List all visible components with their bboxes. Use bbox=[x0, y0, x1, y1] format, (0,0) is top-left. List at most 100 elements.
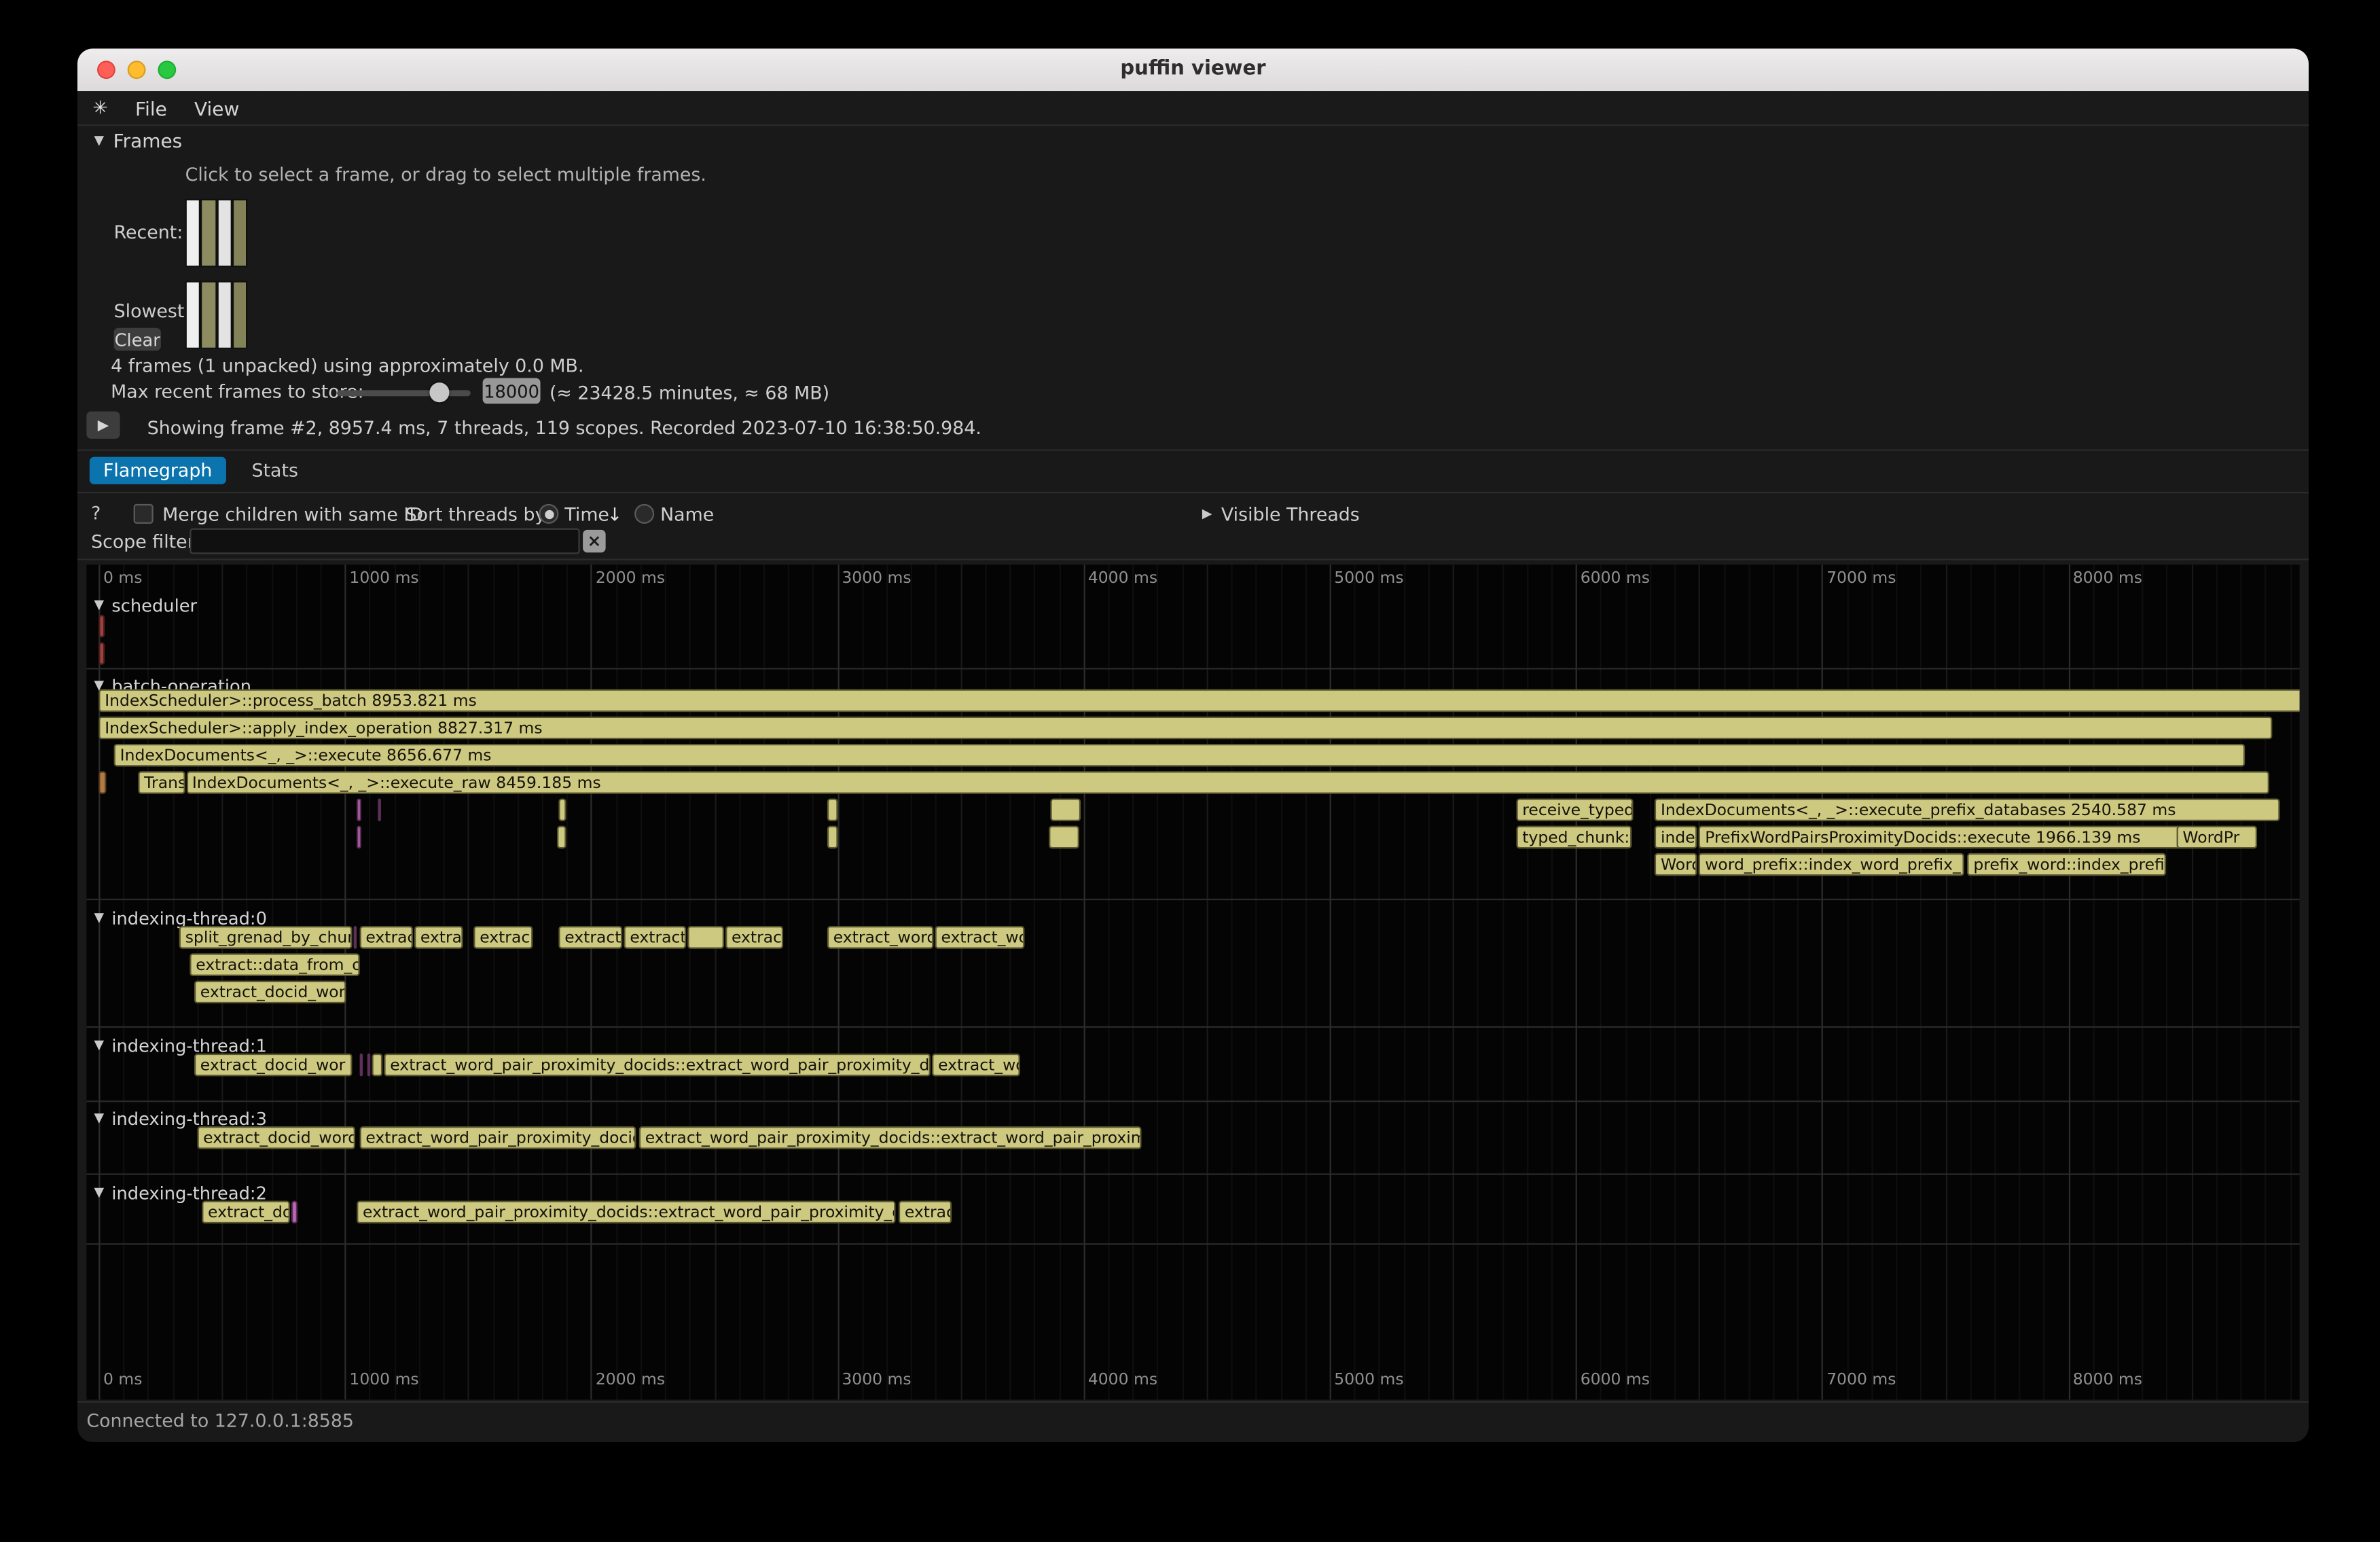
thread-header[interactable]: ▼scheduler bbox=[94, 595, 198, 616]
max-frames-slider-knob[interactable] bbox=[429, 382, 449, 402]
scope-bar[interactable]: prefix_word::index_prefix_wo bbox=[1967, 853, 2167, 876]
scope-bar[interactable]: IndexScheduler>::apply_index_operation 8… bbox=[98, 717, 2272, 740]
scope-bar[interactable]: IndexDocuments<_, _>::execute_raw 8459.1… bbox=[186, 771, 2269, 794]
scope-bar[interactable]: extract_ bbox=[624, 926, 686, 949]
scope-bar[interactable]: extract bbox=[725, 926, 783, 949]
scope-bar[interactable]: extract_wo bbox=[932, 1054, 1020, 1077]
max-frames-slider[interactable] bbox=[337, 390, 471, 396]
scope-bar[interactable] bbox=[98, 615, 105, 638]
scope-bar[interactable]: index bbox=[1655, 826, 1697, 849]
scope-bar[interactable]: PrefixWordPairsProximityDocids::execute … bbox=[1699, 826, 2183, 849]
frame-bar[interactable] bbox=[202, 283, 215, 348]
scope-bar[interactable]: extract_word bbox=[827, 926, 934, 949]
scope-label: prefix_word::index_prefix_wo bbox=[1969, 855, 2167, 874]
scope-bar[interactable] bbox=[291, 1201, 298, 1224]
frames-section-header[interactable]: ▼ Frames bbox=[94, 129, 183, 152]
scope-bar[interactable] bbox=[1051, 798, 1081, 821]
scope-bar[interactable]: IndexScheduler>::process_batch 8953.821 … bbox=[98, 689, 2299, 713]
clear-frames-button[interactable]: Clear bbox=[114, 328, 161, 351]
scope-bar[interactable]: Trans bbox=[138, 771, 185, 794]
sort-name-radio[interactable] bbox=[634, 504, 654, 524]
sort-time-radio[interactable] bbox=[539, 504, 558, 524]
scope-bar[interactable]: extra bbox=[414, 926, 463, 949]
frame-bar[interactable] bbox=[234, 283, 246, 348]
scope-label: extract_word_pair_proximity_docids::extr… bbox=[358, 1203, 895, 1221]
scope-bar[interactable] bbox=[372, 1054, 383, 1077]
scope-bar[interactable]: word_prefix::index_word_prefix_ bbox=[1699, 853, 1964, 876]
scope-bar[interactable] bbox=[827, 826, 838, 849]
scope-bar[interactable]: typed_chunk::w bbox=[1516, 826, 1631, 849]
scope-bar[interactable]: extract_docid_wor bbox=[194, 981, 346, 1004]
scope-bar[interactable] bbox=[687, 926, 724, 949]
scope-bar[interactable] bbox=[558, 798, 566, 821]
frame-bar[interactable] bbox=[234, 200, 246, 266]
sort-name-label[interactable]: Name bbox=[660, 504, 714, 525]
scope-label: split_grenad_by_chun bbox=[181, 929, 351, 947]
scope-bar[interactable]: extract bbox=[359, 926, 412, 949]
axis-tick-label: 3000 ms bbox=[842, 1371, 911, 1389]
scope-label: extract_word_pair_proximity_docids bbox=[361, 1128, 636, 1147]
scope-bar[interactable]: extract::data_from_ob bbox=[190, 953, 359, 976]
frame-bar[interactable] bbox=[218, 283, 230, 348]
scope-bar[interactable]: extract_word_pair_proximity_docids::extr… bbox=[384, 1054, 930, 1077]
tab-flamegraph[interactable]: Flamegraph bbox=[90, 457, 226, 484]
menu-file[interactable]: File bbox=[135, 96, 167, 120]
scope-bar[interactable]: receive_typed_ bbox=[1516, 798, 1633, 821]
scope-bar[interactable]: Word bbox=[1655, 853, 1697, 876]
scope-bar[interactable] bbox=[359, 1054, 363, 1077]
frame-bar[interactable] bbox=[187, 283, 199, 348]
visible-threads-header[interactable]: ▶ Visible Threads bbox=[1202, 504, 1360, 525]
merge-children-label[interactable]: Merge children with same ID bbox=[162, 504, 423, 525]
scope-bar[interactable] bbox=[557, 826, 566, 849]
slowest-frames-thumbnail[interactable] bbox=[185, 281, 248, 349]
axis-tick-label: 8000 ms bbox=[2073, 1371, 2142, 1389]
scope-bar[interactable] bbox=[98, 771, 105, 794]
separator bbox=[77, 124, 2309, 126]
scope-bar[interactable]: extrac bbox=[899, 1201, 952, 1224]
merge-children-checkbox[interactable] bbox=[134, 504, 154, 524]
scope-bar[interactable] bbox=[357, 826, 361, 849]
thread-separator bbox=[86, 1173, 2299, 1175]
scope-bar[interactable]: extract_word_pair_proximity_docids::extr… bbox=[639, 1126, 1141, 1149]
frame-bar[interactable] bbox=[218, 200, 230, 266]
scope-bar[interactable]: extract_word_pair_proximity_docids bbox=[359, 1126, 636, 1149]
scope-bar[interactable] bbox=[378, 798, 381, 821]
scope-bar[interactable]: extract_ bbox=[558, 926, 622, 949]
scope-bar[interactable] bbox=[827, 798, 838, 821]
frames-section-label: Frames bbox=[113, 129, 183, 152]
sort-time-label[interactable]: Time bbox=[564, 504, 609, 525]
scope-bar[interactable]: extract_word_pair_proximity_docids::extr… bbox=[357, 1201, 895, 1224]
scope-bar[interactable]: extract_docid_word bbox=[197, 1126, 355, 1149]
scope-bar[interactable] bbox=[354, 926, 357, 949]
max-frames-note: (≈ 23428.5 minutes, ≈ 68 MB) bbox=[549, 382, 829, 404]
scope-filter-input[interactable] bbox=[190, 528, 579, 554]
scope-bar[interactable]: WordPr bbox=[2176, 826, 2258, 849]
titlebar[interactable]: puffin viewer bbox=[77, 49, 2309, 93]
max-frames-value[interactable]: 18000 bbox=[483, 378, 541, 404]
scope-bar[interactable]: extrac bbox=[473, 926, 533, 949]
scope-bar[interactable] bbox=[1049, 826, 1079, 849]
scope-bar[interactable] bbox=[98, 642, 105, 665]
axis-tick-label: 1000 ms bbox=[349, 1371, 418, 1389]
menu-view[interactable]: View bbox=[194, 96, 239, 120]
play-button[interactable]: ▶ bbox=[86, 412, 120, 439]
frame-bar[interactable] bbox=[202, 200, 215, 266]
help-button[interactable]: ? bbox=[91, 503, 101, 524]
flamegraph-canvas[interactable]: 0 ms0 ms1000 ms1000 ms2000 ms2000 ms3000… bbox=[86, 564, 2299, 1399]
tab-stats[interactable]: Stats bbox=[246, 457, 304, 484]
scope-label: extract_ bbox=[626, 929, 686, 947]
scope-bar[interactable] bbox=[367, 1054, 370, 1077]
sort-direction-icon[interactable]: ↓ bbox=[607, 504, 622, 525]
clear-filter-button[interactable]: × bbox=[583, 530, 606, 553]
scope-bar[interactable]: extract_doc bbox=[202, 1201, 290, 1224]
scope-bar[interactable]: IndexDocuments<_, _>::execute 8656.677 m… bbox=[114, 744, 2246, 767]
scope-label: extract_word bbox=[829, 929, 933, 947]
recent-frames-thumbnail[interactable] bbox=[185, 199, 248, 268]
scope-bar[interactable]: IndexDocuments<_, _>::execute_prefix_dat… bbox=[1655, 798, 2280, 821]
scope-bar[interactable]: extract_wo bbox=[935, 926, 1025, 949]
scope-bar[interactable]: split_grenad_by_chun bbox=[179, 926, 352, 949]
scope-bar[interactable] bbox=[357, 798, 361, 821]
frames-summary: 4 frames (1 unpacked) using approximatel… bbox=[111, 355, 583, 376]
frame-bar[interactable] bbox=[187, 200, 199, 266]
scope-bar[interactable]: extract_docid_wor bbox=[194, 1054, 352, 1077]
